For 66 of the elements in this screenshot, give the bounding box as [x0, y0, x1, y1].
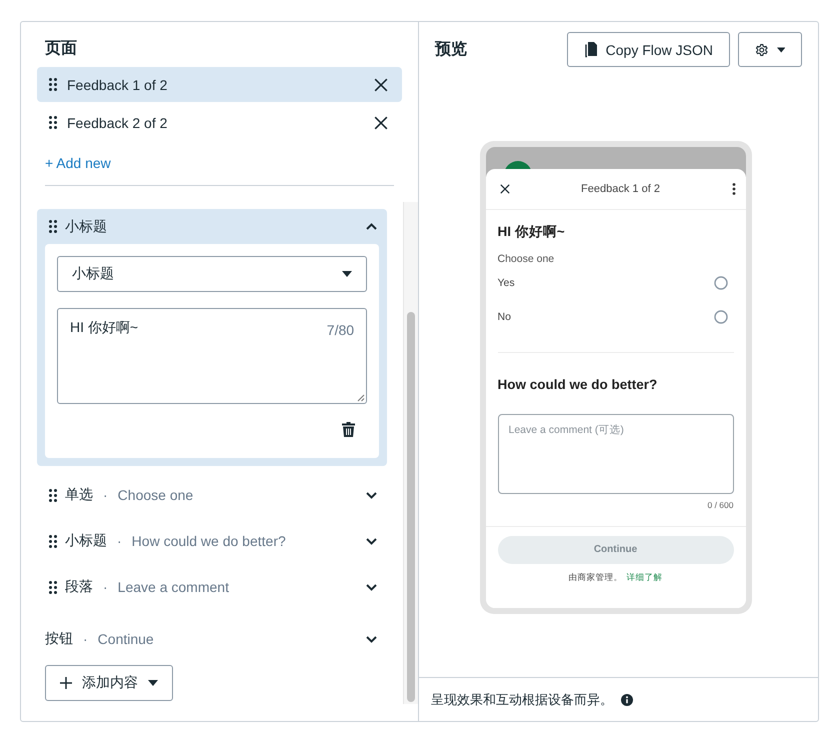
separator: ·	[103, 487, 108, 503]
content-item-header[interactable]: 小标题 · How could we do better?	[37, 518, 388, 564]
resize-handle-icon[interactable]	[357, 394, 366, 402]
option-label: No	[498, 310, 511, 322]
caret-icon	[148, 680, 158, 686]
option-label: Yes	[498, 276, 515, 288]
close-icon[interactable]	[374, 116, 388, 130]
item-type: 小标题	[65, 532, 107, 550]
panel-title: 预览	[435, 40, 468, 60]
item-type: 小标题	[65, 218, 107, 236]
add-new-link[interactable]: + Add new	[45, 148, 111, 178]
chevron-icon[interactable]	[366, 636, 378, 642]
drag-handle-icon[interactable]	[49, 116, 57, 129]
item-summary: How could we do better?	[132, 533, 286, 549]
chevron-icon[interactable]	[366, 584, 378, 590]
screen-title: Feedback 1 of 2	[580, 182, 661, 194]
screen-subheading: How could we do better?	[498, 376, 658, 394]
item-type: 单选	[65, 486, 93, 504]
radio-group-label: Choose one	[498, 252, 556, 266]
close-icon[interactable]	[374, 78, 388, 92]
footer-text: 由商家管理。	[568, 572, 622, 582]
separator: ·	[117, 533, 122, 549]
drag-handle-icon[interactable]	[49, 580, 57, 594]
drag-handle-icon[interactable]	[49, 220, 57, 233]
more-icon[interactable]	[732, 182, 736, 194]
separator: ·	[83, 631, 88, 647]
item-summary: Continue	[98, 631, 154, 647]
screen-heading: HI 你好啊~	[498, 222, 566, 240]
content-item-header[interactable]: 单选 · Choose one	[37, 472, 388, 518]
chevron-icon[interactable]	[366, 492, 378, 498]
item-type: 按钮	[45, 630, 73, 648]
device-note: 呈现效果和互动根据设备而异。	[431, 690, 613, 708]
caret-icon	[776, 46, 785, 52]
radio-button[interactable]	[714, 276, 728, 290]
info-icon[interactable]	[621, 694, 633, 706]
copy-icon	[584, 42, 598, 58]
chevron-icon[interactable]	[366, 223, 378, 230]
separator: ·	[103, 579, 108, 595]
trash-icon[interactable]	[342, 422, 356, 437]
character-counter: 7/80	[326, 322, 354, 338]
learn-more-link[interactable]: 详细了解	[626, 572, 662, 582]
content-item-header[interactable]: 小标题	[37, 209, 388, 244]
drag-handle-icon[interactable]	[49, 78, 57, 91]
drag-handle-icon[interactable]	[49, 488, 57, 502]
settings-icon	[755, 42, 769, 58]
page-item[interactable]: Feedback 2 of 2	[37, 105, 402, 140]
scrollbar[interactable]	[403, 202, 418, 704]
add-content-button[interactable]: 添加内容	[45, 665, 173, 701]
content-item-header[interactable]: 按钮 · Continue	[37, 616, 388, 662]
panel-title: 页面	[44, 39, 78, 59]
plus-icon	[60, 677, 72, 689]
close-icon[interactable]	[500, 184, 510, 194]
caret-icon	[342, 271, 352, 277]
settings-button[interactable]	[738, 32, 802, 67]
character-counter: 0 / 600	[706, 500, 734, 510]
text-area[interactable]: HI 你好啊~ 7/80	[57, 308, 368, 404]
type-dropdown[interactable]: 小标题	[57, 256, 368, 292]
item-type: 段落	[65, 578, 93, 596]
item-summary: Leave a comment	[118, 579, 229, 595]
item-summary: Choose one	[118, 487, 194, 503]
page-item[interactable]: Feedback 1 of 2	[37, 67, 402, 102]
content-item-header[interactable]: 段落 · Leave a comment	[37, 564, 388, 610]
drag-handle-icon[interactable]	[49, 534, 57, 548]
copy-flow-json-button[interactable]: Copy Flow JSON	[566, 32, 730, 67]
chevron-icon[interactable]	[366, 538, 378, 544]
radio-button[interactable]	[714, 310, 728, 324]
